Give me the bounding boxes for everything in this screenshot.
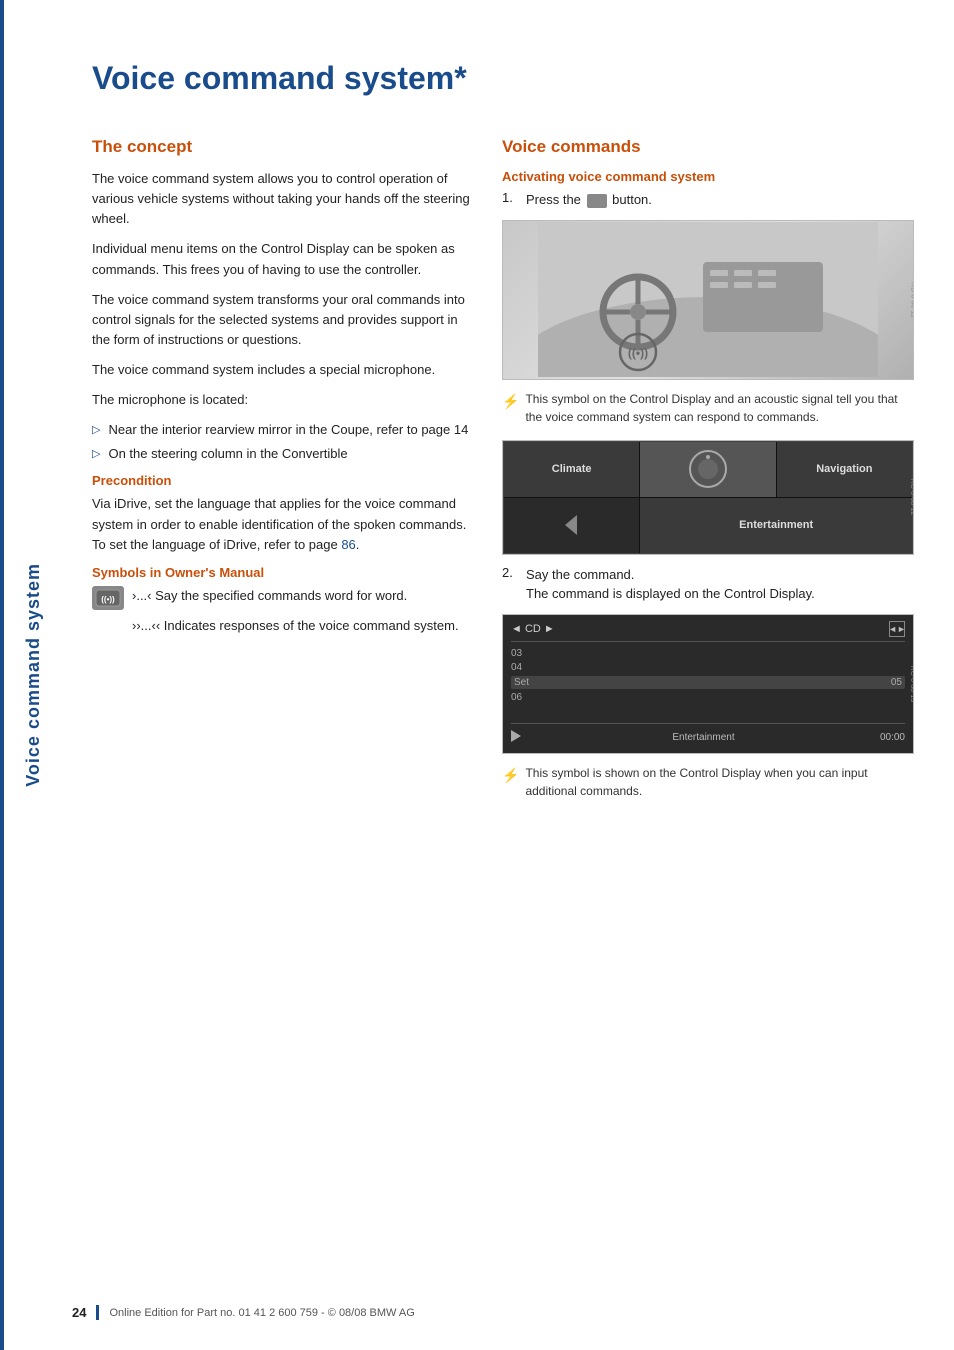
car-screenshot-wrapper: ((•)) RB-0-08-11 [502,220,914,380]
cd-track-num: 06 [511,692,522,703]
cd-footer: Entertainment 00:00 [511,723,905,747]
concept-para1: The voice command system allows you to c… [92,169,472,229]
caption-1-text: This symbol on the Control Display and a… [525,390,914,426]
page-title: Voice command system* [92,60,914,107]
voice-button-icon [587,194,607,208]
two-column-layout: The concept The voice command system all… [92,137,914,814]
footer-page-number: 24 [62,1305,99,1320]
voice-symbol-icon: ((•)) [92,586,124,610]
bullet-arrow-icon: ▷ [92,422,100,439]
svg-text:((•)): ((•)) [628,346,648,360]
cd-track-set: Set 05 [511,676,905,689]
menu-cell-entertainment: Entertainment [640,498,912,553]
cd-set-label: Set [514,677,529,688]
caption2-symbol-icon: ⚡ [502,765,519,786]
microphone-located-label: The microphone is located: [92,390,472,410]
step-1: 1. Press the button. [502,190,914,210]
menu-screenshot: Climate Navigation [502,440,914,555]
symbols-heading: Symbols in Owner's Manual [92,565,472,580]
concept-para3: The voice command system transforms your… [92,290,472,350]
svg-text:((•)): ((•)) [101,595,115,604]
caption-1: ⚡ This symbol on the Control Display and… [502,390,914,426]
page-container: Voice command system Voice command syste… [0,0,954,1350]
car-interior-svg: ((•)) [538,222,878,377]
step-1-num: 1. [502,190,518,205]
cd-track-06: 06 [511,692,905,703]
caption-symbol-icon: ⚡ [502,391,519,412]
list-item: ▷ Near the interior rearview mirror in t… [92,420,472,440]
concept-section-heading: The concept [92,137,472,157]
step-2: 2. Say the command. The command is displ… [502,565,914,604]
list-item: ▷ On the steering column in the Converti… [92,444,472,464]
cd-footer-label: Entertainment [672,732,734,743]
cd-screenshot-wrapper: ◄ CD ► ◄► 03 04 [502,614,914,754]
sidebar: Voice command system [0,0,62,1350]
page-footer: 24 Online Edition for Part no. 01 41 2 6… [62,1305,954,1320]
menu-cell-climate: Climate [504,442,639,497]
cd-track-num: 03 [511,648,522,659]
cd-screenshot-label: RC-0-08-13 [909,665,914,702]
voice-commands-heading: Voice commands [502,137,914,157]
step-2-content: Say the command. The command is displaye… [526,565,815,604]
step-2-text: Say the command. [526,565,815,585]
menu-cell-center [640,442,775,497]
bullet-arrow-icon: ▷ [92,446,100,463]
idrive-knob [688,449,728,489]
concept-para4: The voice command system includes a spec… [92,360,472,380]
activating-heading: Activating voice command system [502,169,914,184]
cd-tracks: 03 04 Set 05 06 [511,648,905,723]
cd-track-arrow [511,728,527,744]
step-2-detail: The command is displayed on the Control … [526,584,815,604]
bullet-list: ▷ Near the interior rearview mirror in t… [92,420,472,463]
right-column: Voice commands Activating voice command … [502,137,914,814]
car-dashboard-screenshot: ((•)) RB-0-08-11 [502,220,914,380]
menu-grid: Climate Navigation [503,441,913,554]
caption-2: ⚡ This symbol is shown on the Control Di… [502,764,914,800]
menu-cell-navigation: Navigation [777,442,912,497]
step-2-num: 2. [502,565,518,580]
symbol-box-1: ((•)) ›...‹ Say the specified commands w… [92,586,472,610]
bullet-text-2: On the steering column in the Convertibl… [108,444,347,464]
cd-back-arrow: ◄► [889,621,905,637]
cd-track-04: 04 [511,662,905,673]
precondition-text: Via iDrive, set the language that applie… [92,494,472,554]
symbol-box-2: ››...‹‹ Indicates responses of the voice… [92,616,472,636]
page-ref-86: 86 [341,537,355,552]
cd-track-num: 04 [511,662,522,673]
footer-text: Online Edition for Part no. 01 41 2 600 … [109,1307,414,1319]
cd-header-right: ◄► [889,621,905,637]
sidebar-label: Voice command system [23,563,44,787]
menu-cell-arrow-left [504,498,639,553]
precondition-heading: Precondition [92,473,472,488]
cd-time: 00:00 [880,732,905,743]
menu-screenshot-wrapper: Climate Navigation [502,440,914,555]
menu-screenshot-label: RC-0-08-12 [909,479,914,516]
cd-track-03: 03 [511,648,905,659]
cd-header: ◄ CD ► ◄► [511,621,905,642]
screenshot-label: RB-0-08-11 [910,282,914,318]
step-1-text: Press the button. [526,190,652,210]
main-content: Voice command system* The concept The vo… [62,0,954,1350]
symbol2-text: ››...‹‹ Indicates responses of the voice… [132,616,459,636]
cd-screenshot: ◄ CD ► ◄► 03 04 [502,614,914,754]
caption-2-text: This symbol is shown on the Control Disp… [525,764,914,800]
concept-para2: Individual menu items on the Control Dis… [92,239,472,279]
left-column: The concept The voice command system all… [92,137,472,814]
bullet-text-1: Near the interior rearview mirror in the… [108,420,468,440]
cd-header-left: ◄ CD ► [511,623,555,635]
cd-track-05: 05 [891,677,902,688]
symbol1-text: ›...‹ Say the specified commands word fo… [132,586,407,606]
menu-arrow-left [557,510,587,540]
cd-track-label [511,728,527,747]
